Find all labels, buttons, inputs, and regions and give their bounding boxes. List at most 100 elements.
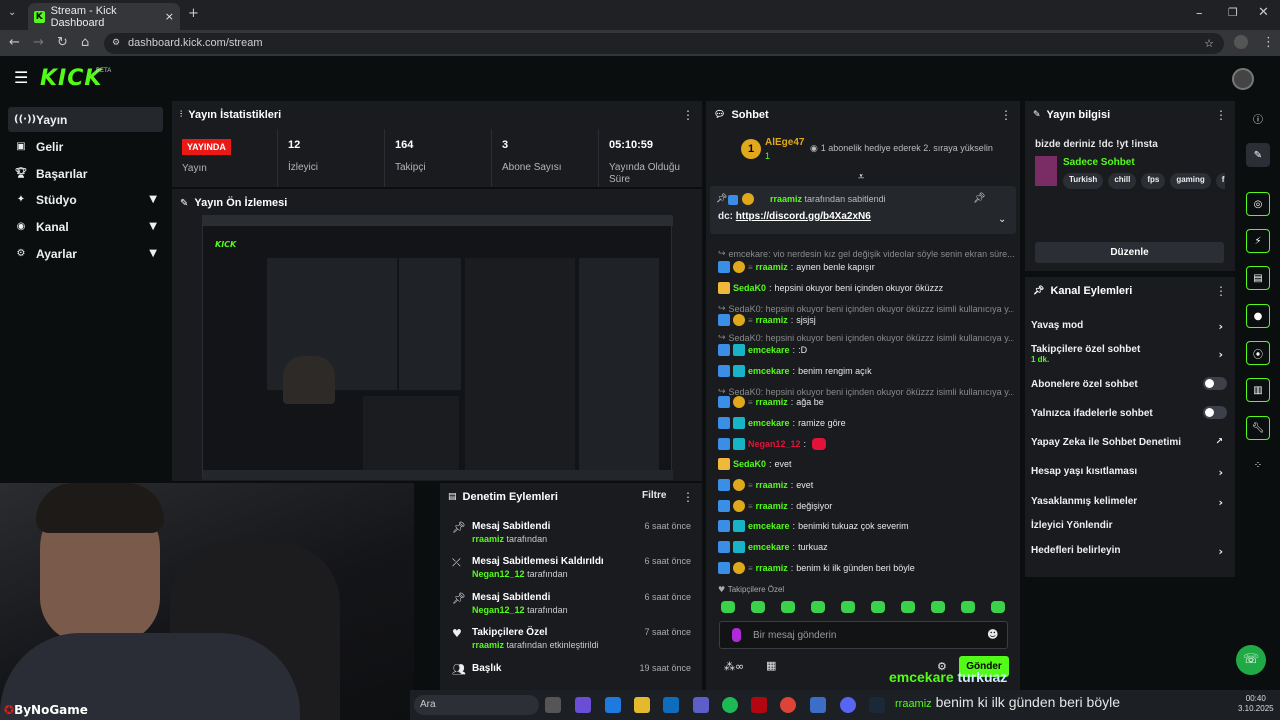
- emote-icon[interactable]: [901, 601, 915, 613]
- edge-icon[interactable]: [605, 697, 621, 713]
- raid-action[interactable]: İzleyici Yönlendir: [1031, 520, 1227, 531]
- account-age-action[interactable]: Hesap yaşı kısıtlaması ›: [1031, 466, 1227, 479]
- url-input[interactable]: ⚙ dashboard.kick.com/stream ☆: [104, 33, 1224, 54]
- chat-message[interactable]: ≡ rraamiz: ağa be: [718, 394, 1014, 410]
- chat-input[interactable]: Bir mesaj gönderin ☻: [719, 621, 1008, 649]
- site-info-icon[interactable]: ⚙: [112, 33, 120, 54]
- user-avatar[interactable]: [1232, 68, 1254, 90]
- stream-info-menu-icon[interactable]: ⋮: [1215, 108, 1227, 122]
- clock[interactable]: 00:40 3.10.2025: [1238, 694, 1274, 714]
- channel-actions-menu-icon[interactable]: ⋮: [1215, 284, 1227, 298]
- chat-username[interactable]: emcekare: [748, 542, 790, 552]
- emote-icon[interactable]: [781, 601, 795, 613]
- layout-icon[interactable]: ▥: [1246, 378, 1270, 402]
- chat-username[interactable]: Negan12_12: [748, 439, 801, 449]
- chat-username[interactable]: SedaK0: [733, 283, 766, 293]
- chat-message[interactable]: SedaK0: evet: [718, 456, 1014, 472]
- task-view-icon[interactable]: [545, 697, 561, 713]
- kick-logo[interactable]: KICK: [40, 66, 102, 91]
- home-icon[interactable]: ⌂: [81, 35, 89, 50]
- chat-bubble-icon[interactable]: ●: [1246, 304, 1270, 328]
- emoji-icon[interactable]: ☻: [987, 628, 998, 641]
- sidebar-item-settings[interactable]: ⚙ Ayarlar ▼: [8, 241, 163, 266]
- maximize-icon[interactable]: ❐: [1228, 6, 1238, 19]
- preview-video[interactable]: KICK: [202, 215, 673, 480]
- forward-icon[interactable]: →: [33, 35, 44, 50]
- outlook-icon[interactable]: [663, 697, 679, 713]
- chat-username[interactable]: emcekare: [748, 418, 790, 428]
- info-icon[interactable]: ⓘ: [1246, 106, 1270, 130]
- teams-icon[interactable]: [693, 697, 709, 713]
- stream-tag[interactable]: fps: [1141, 173, 1166, 189]
- emote-icon[interactable]: [721, 601, 735, 613]
- mod-actions-menu-icon[interactable]: ⋮: [682, 490, 694, 504]
- sidebar-item-studio[interactable]: ✦ Stüdyo ▼: [8, 187, 163, 212]
- subscribers-only-toggle[interactable]: [1203, 377, 1227, 390]
- pinned-link[interactable]: https://discord.gg/b4Xa2xN6: [736, 211, 871, 222]
- chat-username[interactable]: rraamiz: [756, 315, 788, 325]
- sidebar-item-broadcast[interactable]: ((·)) Yayın: [8, 107, 163, 132]
- close-tab-icon[interactable]: ×: [165, 10, 174, 23]
- broadcast-icon[interactable]: ⦿: [1246, 341, 1270, 365]
- goals-action[interactable]: Hedefleri belirleyin ›: [1031, 545, 1227, 558]
- mic-icon[interactable]: [732, 628, 741, 642]
- emote-icon[interactable]: [841, 601, 855, 613]
- chat-username[interactable]: rraamiz: [756, 563, 788, 573]
- app-icon[interactable]: [810, 697, 826, 713]
- chat-username[interactable]: emcekare: [748, 366, 790, 376]
- stream-tag[interactable]: Turkish: [1063, 173, 1104, 189]
- points-icon[interactable]: ⁂∞: [724, 660, 744, 673]
- sidebar-item-channel[interactable]: ◉ Kanal ▼: [8, 214, 163, 239]
- file-explorer-icon[interactable]: [634, 697, 650, 713]
- chat-message[interactable]: ≡ rraamiz: aynen benle kapışır: [718, 259, 1014, 275]
- slow-mode-action[interactable]: Yavaş mod ›: [1031, 320, 1227, 333]
- followers-only-action[interactable]: Takipçilere özel sohbet 1 dk. ›: [1031, 344, 1227, 364]
- sidebar-item-achievements[interactable]: 🏆︎ Başarılar: [8, 161, 163, 186]
- chat-message[interactable]: ≡ rraamiz: sjsjsj: [718, 312, 1014, 328]
- chat-message[interactable]: ≡ rraamiz: değişiyor: [718, 498, 1014, 514]
- stream-tag[interactable]: chill: [1108, 173, 1137, 189]
- chat-username[interactable]: emcekare: [748, 345, 790, 355]
- chat-message[interactable]: emcekare: turkuaz: [718, 539, 1014, 555]
- chat-username[interactable]: SedaK0: [733, 459, 766, 469]
- copilot-icon[interactable]: [575, 697, 591, 713]
- gift-leader-name[interactable]: AlEge47: [765, 137, 804, 148]
- pencil-icon[interactable]: ✎: [1246, 143, 1270, 167]
- emote-icon[interactable]: [811, 601, 825, 613]
- emote-icon[interactable]: [961, 601, 975, 613]
- chat-message[interactable]: emcekare: ramize göre: [718, 415, 1014, 431]
- chat-message[interactable]: SedaK0: hepsini okuyor beni içinden okuyo…: [718, 280, 1014, 296]
- ai-moderation-action[interactable]: Yapay Zeka ile Sohbet Denetimi ↗: [1031, 437, 1227, 448]
- mod-action-user[interactable]: Negan12_12: [472, 605, 525, 615]
- stream-tag[interactable]: fu: [1215, 173, 1225, 189]
- emote-icon[interactable]: [871, 601, 885, 613]
- reload-icon[interactable]: ↻: [57, 35, 68, 50]
- chat-message[interactable]: ≡ rraamiz: benim ki ilk günden beri böyle: [718, 560, 1014, 576]
- netflix-icon[interactable]: [751, 697, 767, 713]
- browser-menu-icon[interactable]: ⋮: [1262, 35, 1275, 50]
- chat-message[interactable]: emcekare: benim rengim açık: [718, 363, 1014, 379]
- chat-username[interactable]: rraamiz: [756, 262, 788, 272]
- chrome-icon[interactable]: [780, 697, 796, 713]
- chat-message[interactable]: ≡ rraamiz: evet: [718, 477, 1014, 493]
- chat-username[interactable]: rraamiz: [756, 397, 788, 407]
- banned-words-action[interactable]: Yasaklanmış kelimeler ›: [1031, 496, 1227, 509]
- mod-action-user[interactable]: rraamiz: [472, 640, 504, 650]
- gift-prompt[interactable]: ◉ 1 abonelik hediye ederek 2. sıraya yük…: [810, 143, 993, 154]
- pinned-by-user[interactable]: rraamiz: [770, 194, 802, 204]
- close-window-icon[interactable]: ✕: [1258, 5, 1269, 20]
- chat-username[interactable]: rraamiz: [756, 480, 788, 490]
- target-icon[interactable]: ◎: [1246, 192, 1270, 216]
- chevron-down-icon[interactable]: ⌄: [998, 214, 1006, 225]
- minimize-icon[interactable]: –: [1196, 6, 1203, 21]
- bookmark-star-icon[interactable]: ☆: [1204, 33, 1214, 54]
- chat-username[interactable]: rraamiz: [756, 501, 788, 511]
- chat-username[interactable]: emcekare: [748, 521, 790, 531]
- hamburger-menu-icon[interactable]: ☰: [14, 68, 28, 87]
- chat-menu-icon[interactable]: ⋮: [1000, 108, 1012, 122]
- back-icon[interactable]: ←: [9, 35, 20, 50]
- spotify-icon[interactable]: [722, 697, 738, 713]
- taskbar-search[interactable]: Ara: [414, 695, 539, 715]
- new-tab-icon[interactable]: +: [188, 6, 199, 21]
- stream-tag[interactable]: gaming: [1170, 173, 1211, 189]
